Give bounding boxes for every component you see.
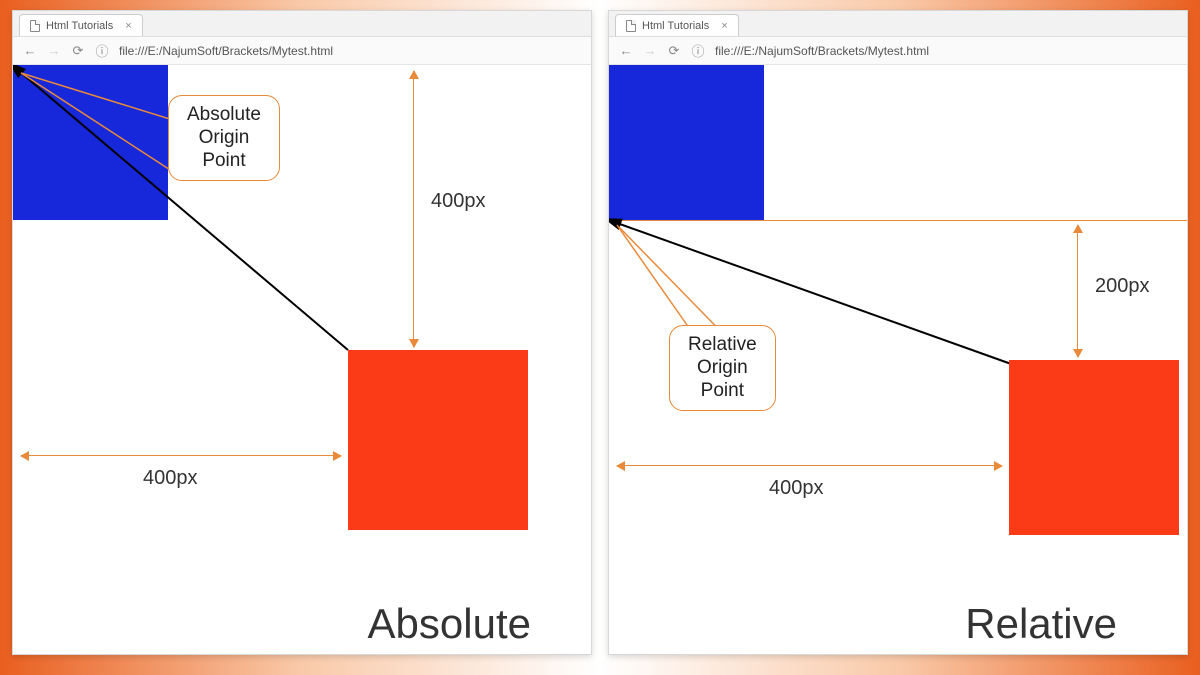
- page-icon: [30, 20, 40, 32]
- navbar: ← → ⟳ ⓘ file:///E:/NajumSoft/Brackets/My…: [13, 37, 591, 65]
- dimension-vertical-label: 200px: [1095, 275, 1150, 298]
- tab-title: Html Tutorials: [642, 20, 709, 32]
- tab-strip: Html Tutorials ×: [609, 11, 1187, 37]
- dimension-horizontal: [617, 465, 1002, 466]
- callout-relative-origin: Relative Origin Point: [669, 325, 776, 411]
- dimension-horizontal-label: 400px: [143, 467, 198, 490]
- tab-title: Html Tutorials: [46, 20, 113, 32]
- dimension-vertical-label: 400px: [431, 190, 486, 213]
- callout-text: Relative Origin Point: [688, 334, 757, 402]
- panel-relative: Html Tutorials × ← → ⟳ ⓘ file:///E:/Naju…: [608, 10, 1188, 655]
- tab-strip: Html Tutorials ×: [13, 11, 591, 37]
- reload-button[interactable]: ⟳: [71, 43, 85, 59]
- navbar: ← → ⟳ ⓘ file:///E:/NajumSoft/Brackets/My…: [609, 37, 1187, 65]
- dimension-vertical: [413, 71, 414, 347]
- dimension-horizontal-label: 400px: [769, 477, 824, 500]
- site-info-icon[interactable]: ⓘ: [691, 41, 705, 60]
- caption-relative: Relative: [965, 600, 1117, 648]
- dimension-horizontal: [21, 455, 341, 456]
- viewport-relative: Relative Origin Point 200px 400px Relati…: [609, 65, 1187, 654]
- panel-absolute: Html Tutorials × ← → ⟳ ⓘ file:///E:/Naju…: [12, 10, 592, 655]
- reload-button[interactable]: ⟳: [667, 43, 681, 59]
- browser-tab[interactable]: Html Tutorials ×: [19, 14, 143, 36]
- caption-absolute: Absolute: [368, 600, 531, 648]
- forward-button[interactable]: →: [47, 43, 61, 58]
- back-button[interactable]: ←: [23, 43, 37, 58]
- browser-tab[interactable]: Html Tutorials ×: [615, 14, 739, 36]
- page-icon: [626, 20, 636, 32]
- dimension-vertical: [1077, 225, 1078, 357]
- callout-pointer-2: [13, 65, 188, 185]
- callout-absolute-origin: Absolute Origin Point: [168, 95, 280, 181]
- url-bar[interactable]: file:///E:/NajumSoft/Brackets/Mytest.htm…: [119, 44, 333, 58]
- close-tab-icon[interactable]: ×: [125, 20, 131, 32]
- close-tab-icon[interactable]: ×: [721, 20, 727, 32]
- url-bar[interactable]: file:///E:/NajumSoft/Brackets/Mytest.htm…: [715, 44, 929, 58]
- red-square: [1009, 360, 1179, 535]
- back-button[interactable]: ←: [619, 43, 633, 58]
- viewport-absolute: Absolute Origin Point 400px 400px Absolu…: [13, 65, 591, 654]
- forward-button[interactable]: →: [643, 43, 657, 58]
- callout-text: Absolute Origin Point: [187, 104, 261, 172]
- blue-square: [609, 65, 764, 220]
- site-info-icon[interactable]: ⓘ: [95, 41, 109, 60]
- red-square: [348, 350, 528, 530]
